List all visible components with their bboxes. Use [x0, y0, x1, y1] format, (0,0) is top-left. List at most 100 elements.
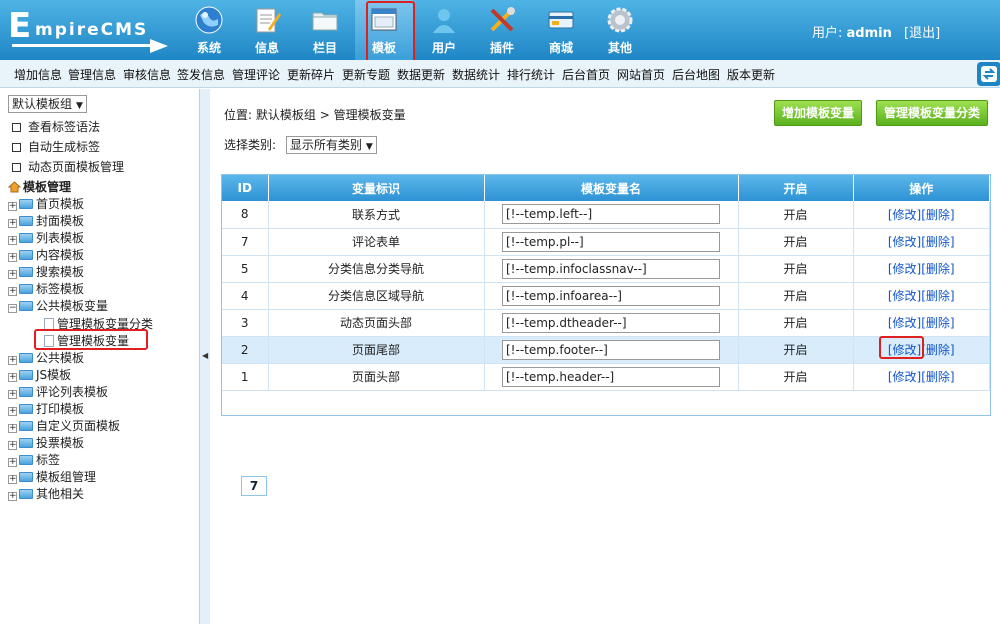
var-name-input[interactable]: [!--temp.infoclassnav--]: [502, 258, 720, 279]
delete-link[interactable]: [删除]: [921, 262, 954, 276]
collapse-arrow-icon[interactable]: ◀: [202, 351, 208, 360]
expand-icon: +: [8, 440, 17, 450]
user-icon: [433, 9, 455, 33]
sidebar-splitter[interactable]: ◀: [200, 89, 210, 624]
col-actions: 操作: [853, 175, 990, 201]
menu-manage-info[interactable]: 管理信息: [68, 66, 116, 83]
menu-data-update[interactable]: 数据更新: [397, 66, 445, 83]
edit-link[interactable]: [修改]: [888, 208, 921, 222]
var-name-input[interactable]: [!--temp.left--]: [502, 204, 720, 225]
var-name-input[interactable]: [!--temp.dtheader--]: [502, 312, 720, 333]
category-select[interactable]: 显示所有类别 ▼: [285, 136, 377, 154]
user-prefix: 用户:: [812, 26, 843, 41]
tree-item-tags[interactable]: + 标签: [8, 451, 60, 468]
tree-item-list-template[interactable]: + 列表模板: [8, 229, 84, 246]
breadcrumb: 位置: 默认模板组 > 管理模板变量: [224, 108, 406, 122]
folder-icon: [19, 267, 33, 277]
delete-link[interactable]: [删除]: [921, 289, 954, 303]
tree-item-tag-template[interactable]: + 标签模板: [8, 280, 84, 297]
menu-add-info[interactable]: 增加信息: [14, 66, 62, 83]
delete-link[interactable]: [删除]: [921, 316, 954, 330]
tree-item-print-template[interactable]: + 打印模板: [8, 400, 84, 417]
expand-icon: +: [8, 235, 17, 245]
var-name-input[interactable]: [!--temp.header--]: [502, 366, 720, 387]
delete-link[interactable]: [删除]: [921, 235, 954, 249]
col-id: ID: [222, 175, 269, 201]
menu-update-fragments[interactable]: 更新碎片: [287, 66, 335, 83]
manage-var-class-button[interactable]: 管理模板变量分类: [876, 100, 988, 126]
var-name-input[interactable]: [!--temp.footer--]: [502, 339, 720, 360]
toggle-menu-button[interactable]: [977, 62, 1000, 86]
menu-admin-map[interactable]: 后台地图: [672, 66, 720, 83]
nav-system[interactable]: 系统: [180, 0, 238, 60]
logout-link[interactable]: [退出]: [904, 26, 940, 41]
menu-admin-home[interactable]: 后台首页: [562, 66, 610, 83]
menu-sign-info[interactable]: 签发信息: [177, 66, 225, 83]
square-bullet-icon: [12, 163, 21, 172]
breadcrumb-page[interactable]: 管理模板变量: [334, 108, 406, 122]
category-filter: 选择类别: 显示所有类别 ▼: [224, 136, 377, 154]
tree-item-other[interactable]: + 其他相关: [8, 485, 84, 502]
tree-item-js-template[interactable]: + JS模板: [8, 366, 71, 383]
col-open: 开启: [738, 175, 854, 201]
add-template-var-button[interactable]: 增加模板变量: [774, 100, 862, 126]
sidebar-link-auto-tags[interactable]: 自动生成标签: [12, 138, 100, 155]
tree-item-vote-template[interactable]: + 投票模板: [8, 434, 84, 451]
card-icon: [548, 11, 574, 29]
menu-site-home[interactable]: 网站首页: [617, 66, 665, 83]
sidebar-link-tag-syntax[interactable]: 查看标签语法: [12, 118, 100, 135]
tree-item-custom-page-template[interactable]: + 自定义页面模板: [8, 417, 120, 434]
table-row: 7 评论表单 [!--temp.pl--] 开启 [修改][删除]: [222, 228, 990, 256]
menu-update-topics[interactable]: 更新专题: [342, 66, 390, 83]
tree-item-content-template[interactable]: + 内容模板: [8, 246, 84, 263]
delete-link[interactable]: [删除]: [921, 343, 954, 357]
edit-link[interactable]: [修改]: [888, 316, 921, 330]
tree-item-search-template[interactable]: + 搜索模板: [8, 263, 84, 280]
folder-icon: [19, 216, 33, 226]
tree-item-home-template[interactable]: + 首页模板: [8, 195, 84, 212]
nav-user[interactable]: 用户: [415, 0, 473, 60]
menu-rank-stats[interactable]: 排行统计: [507, 66, 555, 83]
tree-item-template-group[interactable]: + 模板组管理: [8, 468, 96, 485]
logo-text: mpireCMS: [35, 20, 149, 40]
var-name-input[interactable]: [!--temp.infoarea--]: [502, 285, 720, 306]
nav-label: 栏目: [312, 41, 337, 55]
notepad-icon: [256, 8, 281, 33]
edit-link[interactable]: [修改]: [888, 235, 921, 249]
nav-label: 信息: [254, 41, 279, 55]
nav-plugin[interactable]: 插件: [473, 0, 531, 60]
highlight-box: [34, 329, 148, 350]
menu-review-info[interactable]: 审核信息: [123, 66, 171, 83]
tree-item-cover-template[interactable]: + 封面模板: [8, 212, 84, 229]
nav-other[interactable]: 其他: [591, 0, 649, 60]
edit-link[interactable]: [修改]: [888, 262, 921, 276]
breadcrumb-group[interactable]: 默认模板组: [256, 108, 316, 122]
table-row-highlighted: 2 页面尾部 [!--temp.footer--] 开启 [修改][删除]: [222, 336, 990, 364]
folder-icon: [19, 353, 33, 363]
expand-icon: +: [8, 457, 17, 467]
menu-data-stats[interactable]: 数据统计: [452, 66, 500, 83]
delete-link[interactable]: [删除]: [921, 370, 954, 384]
sidebar: 默认模板组 ▼ 查看标签语法 自动生成标签 动态页面模板管理 模板管理 + 首页模板…: [0, 89, 200, 624]
tree-item-comment-template[interactable]: + 评论列表模板: [8, 383, 108, 400]
edit-link[interactable]: [修改]: [888, 370, 921, 384]
nav-shop[interactable]: 商城: [532, 0, 590, 60]
nav-info[interactable]: 信息: [238, 0, 296, 60]
delete-link[interactable]: [删除]: [921, 208, 954, 222]
menu-manage-comments[interactable]: 管理评论: [232, 66, 280, 83]
nav-label: 系统: [196, 41, 221, 55]
var-name-input[interactable]: [!--temp.pl--]: [502, 231, 720, 252]
expand-icon: +: [8, 423, 17, 433]
nav-column[interactable]: 栏目: [296, 0, 354, 60]
folder-icon: [19, 472, 33, 482]
nav-label: 用户: [431, 41, 456, 55]
total-count: 7: [241, 476, 267, 496]
col-identifier: 变量标识: [268, 175, 485, 201]
tree-item-public-vars[interactable]: − 公共模板变量: [8, 297, 108, 314]
tree-root[interactable]: 模板管理: [8, 178, 71, 195]
menu-version-update[interactable]: 版本更新: [727, 66, 775, 83]
edit-link[interactable]: [修改]: [888, 289, 921, 303]
template-group-select[interactable]: 默认模板组 ▼: [8, 95, 87, 113]
tree-item-public-template[interactable]: + 公共模板: [8, 349, 84, 366]
sidebar-link-dynamic-template[interactable]: 动态页面模板管理: [12, 158, 124, 175]
